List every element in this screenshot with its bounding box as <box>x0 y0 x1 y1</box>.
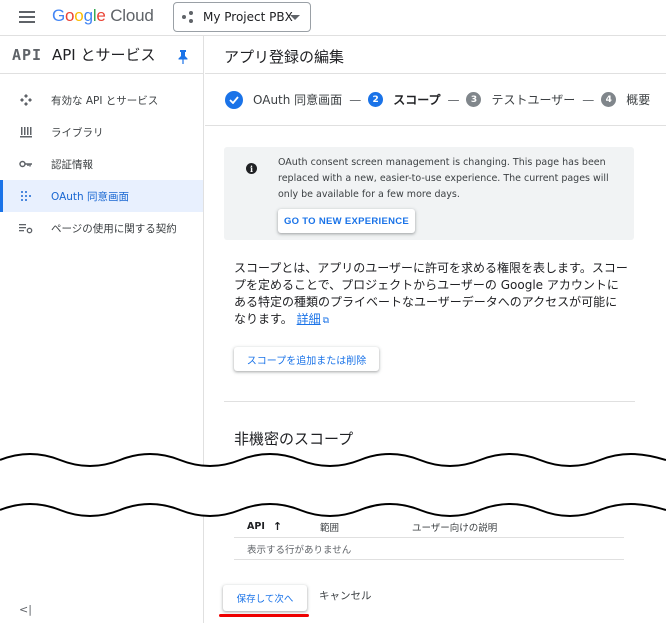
menu-icon[interactable] <box>19 11 35 23</box>
title-bar: アプリ登録の編集 <box>205 36 666 74</box>
content-cut-indicator <box>0 453 666 517</box>
banner-text: OAuth consent screen management is chang… <box>278 157 609 200</box>
sidebar-item-enabled-apis[interactable]: 有効な API とサービス <box>0 84 203 116</box>
save-and-continue-button[interactable]: 保存して次へ <box>223 585 307 611</box>
step-scopes[interactable]: 2 スコープ <box>368 91 440 108</box>
diamond-icon <box>18 92 34 108</box>
project-selector[interactable]: My Project PBX <box>173 2 311 32</box>
go-to-new-experience-button[interactable]: GO TO NEW EXPERIENCE <box>278 209 415 233</box>
main-content: アプリ登録の編集 OAuth 同意画面 — 2 スコープ — 3 テストユーザー… <box>205 36 666 623</box>
sidebar-item-label: 認証情報 <box>51 158 93 171</box>
check-icon <box>225 90 243 109</box>
step-number: 4 <box>601 92 617 107</box>
sidebar-item-oauth-consent[interactable]: OAuth 同意画面 <box>0 180 203 212</box>
sidebar: API API とサービス 有効な API とサービス ライブラリ 認証情報 O… <box>0 36 204 623</box>
scope-description: スコープとは、アプリのユーザーに許可を求める権限を表します。スコープを定めること… <box>234 261 628 326</box>
collapse-sidebar-icon[interactable]: <| <box>19 603 32 616</box>
top-bar: Google Cloud My Project PBX <box>0 0 666 36</box>
table-empty-row: 表示する行がありません <box>234 538 624 560</box>
stepper: OAuth 同意画面 — 2 スコープ — 3 テストユーザー — 4 概要 <box>205 74 666 126</box>
sidebar-item-label: ページの使用に関する契約 <box>51 222 177 235</box>
step-number: 3 <box>466 92 482 107</box>
divider <box>224 401 635 402</box>
page-title: アプリ登録の編集 <box>224 48 345 66</box>
library-icon <box>18 124 34 140</box>
step-oauth-consent[interactable]: OAuth 同意画面 <box>225 90 342 109</box>
section-title: 非機密のスコープ <box>234 430 354 448</box>
step-test-users[interactable]: 3 テストユーザー <box>466 91 575 108</box>
settings-list-icon <box>18 220 34 236</box>
project-name: My Project PBX <box>203 10 293 24</box>
red-underline-annotation <box>219 614 309 617</box>
sidebar-item-page-usage-agreement[interactable]: ページの使用に関する契約 <box>0 212 203 244</box>
key-icon <box>18 156 34 172</box>
sidebar-item-label: OAuth 同意画面 <box>51 190 130 203</box>
project-icon <box>182 11 196 23</box>
info-banner: i OAuth consent screen management is cha… <box>224 147 634 240</box>
chevron-down-icon <box>290 15 300 20</box>
api-badge: API <box>12 45 43 64</box>
google-cloud-logo[interactable]: Google Cloud <box>52 6 154 26</box>
add-remove-scopes-button[interactable]: スコープを追加または削除 <box>234 347 379 371</box>
sidebar-item-credentials[interactable]: 認証情報 <box>0 148 203 180</box>
cancel-button[interactable]: キャンセル <box>319 588 372 603</box>
sidebar-title: API とサービス <box>52 46 156 64</box>
external-link-icon: ⧉ <box>322 316 330 326</box>
learn-more-link[interactable]: 詳細 <box>297 312 321 326</box>
step-number: 2 <box>368 92 384 107</box>
step-summary[interactable]: 4 概要 <box>601 91 650 108</box>
sidebar-header: API API とサービス <box>0 36 203 74</box>
sidebar-item-label: 有効な API とサービス <box>51 94 159 107</box>
oauth-icon <box>18 188 34 204</box>
sidebar-item-library[interactable]: ライブラリ <box>0 116 203 148</box>
sidebar-item-label: ライブラリ <box>51 126 104 139</box>
info-icon: i <box>246 163 257 174</box>
pin-icon[interactable] <box>178 50 188 64</box>
